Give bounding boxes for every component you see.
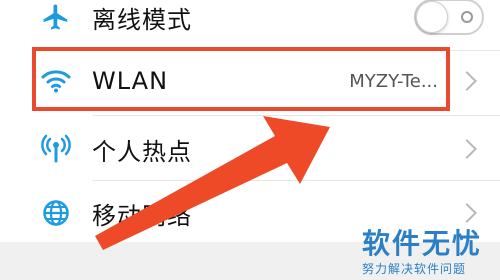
watermark-title: 软件无忧 [361,227,482,260]
watermark: 软件无忧 努力解决软件问题 [362,222,482,277]
watermark-subtitle: 努力解决软件问题 [361,262,466,276]
